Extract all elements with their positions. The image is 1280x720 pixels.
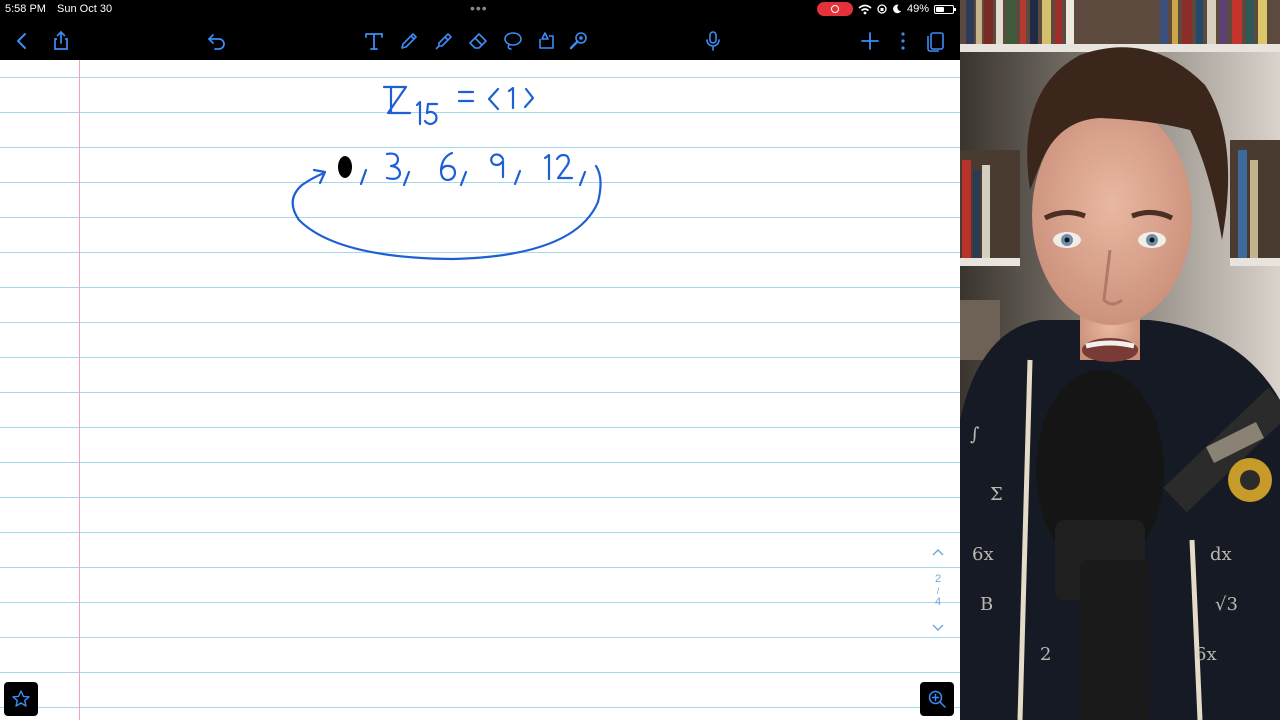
laser-pointer-icon[interactable] bbox=[568, 30, 590, 52]
svg-text:6x: 6x bbox=[1195, 644, 1217, 665]
text-tool-icon[interactable] bbox=[363, 30, 385, 52]
pages-icon[interactable] bbox=[925, 30, 947, 52]
zoom-button[interactable] bbox=[920, 682, 954, 716]
highlighter-icon[interactable] bbox=[433, 30, 455, 52]
wifi-icon bbox=[858, 4, 872, 14]
back-icon[interactable] bbox=[11, 30, 33, 52]
presenter-video-frame: ∫ Σ 6x B 2 e dx √3 6x bbox=[960, 0, 1280, 720]
svg-text:6x: 6x bbox=[972, 544, 994, 565]
page-down-icon[interactable] bbox=[925, 621, 951, 635]
page-up-icon[interactable] bbox=[925, 547, 951, 561]
pen-icon[interactable] bbox=[398, 30, 420, 52]
zoom-in-icon bbox=[928, 690, 946, 708]
add-page-icon[interactable] bbox=[859, 30, 881, 52]
microphone-icon[interactable] bbox=[702, 30, 724, 52]
note-page[interactable]: 2 / 4 bbox=[0, 60, 960, 720]
page-navigator: 2 / 4 bbox=[925, 547, 951, 651]
date: Sun Oct 30 bbox=[57, 3, 113, 15]
svg-text:B: B bbox=[980, 594, 993, 615]
undo-icon[interactable] bbox=[206, 30, 228, 52]
orientation-lock-icon bbox=[877, 4, 887, 14]
svg-text:√3: √3 bbox=[1215, 594, 1238, 615]
svg-text:dx: dx bbox=[1210, 544, 1232, 565]
screen-recording-indicator[interactable] bbox=[816, 2, 853, 16]
multitasking-dots-icon[interactable]: ••• bbox=[470, 1, 488, 15]
shapes-icon[interactable] bbox=[536, 30, 558, 52]
webcam-overlay: ∫ Σ 6x B 2 e dx √3 6x bbox=[960, 0, 1280, 720]
do-not-disturb-icon bbox=[893, 4, 902, 14]
svg-text:∫: ∫ bbox=[970, 424, 980, 445]
favorite-star-button[interactable] bbox=[4, 682, 38, 716]
notes-app: 5:58 PM Sun Oct 30 ••• 49% 2 / 4 bbox=[0, 0, 960, 720]
more-icon[interactable] bbox=[892, 30, 914, 52]
star-icon bbox=[12, 690, 30, 707]
toolbar bbox=[0, 20, 960, 60]
battery-icon bbox=[934, 4, 956, 14]
share-icon[interactable] bbox=[50, 30, 72, 52]
eraser-icon[interactable] bbox=[467, 30, 489, 52]
group-notation-ink bbox=[382, 85, 535, 126]
battery-percent: 49% bbox=[906, 3, 929, 15]
page-separator: / bbox=[936, 586, 940, 596]
svg-text:2: 2 bbox=[1040, 644, 1051, 665]
clock: 5:58 PM bbox=[5, 3, 46, 15]
cycle-elements-ink bbox=[291, 151, 602, 261]
status-bar: 5:58 PM Sun Oct 30 ••• 49% bbox=[0, 0, 960, 20]
handwriting-canvas bbox=[291, 85, 602, 261]
lasso-icon[interactable] bbox=[502, 30, 524, 52]
total-page-count: 4 bbox=[934, 596, 942, 608]
svg-text:Σ: Σ bbox=[990, 484, 1003, 505]
current-page-number: 2 bbox=[934, 573, 942, 585]
